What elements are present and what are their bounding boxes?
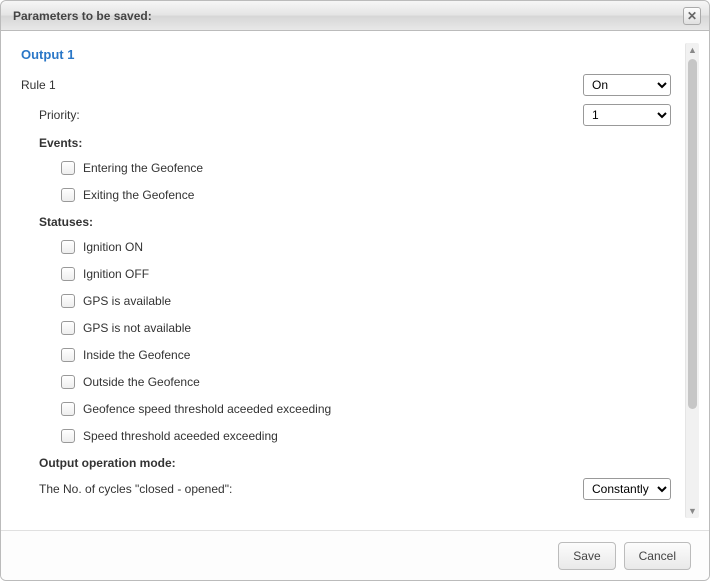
cycles-select[interactable]: Constantly <box>583 478 671 500</box>
rule-label: Rule 1 <box>21 78 583 92</box>
dialog: Parameters to be saved: ✕ Output 1 Rule … <box>0 0 710 581</box>
event-item: Exiting the Geofence <box>57 185 681 205</box>
statuses-heading: Statuses: <box>21 215 681 229</box>
status-item: Ignition OFF <box>57 264 681 284</box>
status-item-label: Ignition ON <box>83 240 143 254</box>
operation-heading: Output operation mode: <box>21 456 681 470</box>
rule-state-select[interactable]: OnOff <box>583 74 671 96</box>
cycles-label: The No. of cycles "closed - opened": <box>39 482 583 496</box>
status-item-checkbox[interactable] <box>61 240 75 254</box>
event-item-label: Entering the Geofence <box>83 161 203 175</box>
dialog-header: Parameters to be saved: ✕ <box>1 1 709 31</box>
event-item-checkbox[interactable] <box>61 161 75 175</box>
status-item: Outside the Geofence <box>57 372 681 392</box>
priority-row: Priority: 12345 <box>21 104 681 126</box>
status-item-checkbox[interactable] <box>61 429 75 443</box>
cancel-button[interactable]: Cancel <box>624 542 691 570</box>
cycles-row: The No. of cycles "closed - opened": Con… <box>21 478 681 500</box>
status-item-checkbox[interactable] <box>61 294 75 308</box>
status-item: Speed threshold aceeded exceeding <box>57 426 681 446</box>
status-item-label: GPS is available <box>83 294 171 308</box>
status-item-label: Geofence speed threshold aceeded exceedi… <box>83 402 331 416</box>
dialog-footer: Save Cancel <box>1 530 709 580</box>
status-item: Ignition ON <box>57 237 681 257</box>
status-item: Geofence speed threshold aceeded exceedi… <box>57 399 681 419</box>
priority-select[interactable]: 12345 <box>583 104 671 126</box>
close-icon: ✕ <box>687 10 697 22</box>
dialog-body: Output 1 Rule 1 OnOff Priority: 12345 Ev… <box>1 31 709 530</box>
save-button[interactable]: Save <box>558 542 615 570</box>
status-item-label: Speed threshold aceeded exceeding <box>83 429 278 443</box>
scroll-content: Output 1 Rule 1 OnOff Priority: 12345 Ev… <box>21 43 685 518</box>
close-button[interactable]: ✕ <box>683 7 701 25</box>
status-item-label: GPS is not available <box>83 321 191 335</box>
status-item-checkbox[interactable] <box>61 321 75 335</box>
events-heading: Events: <box>21 136 681 150</box>
status-item: Inside the Geofence <box>57 345 681 365</box>
rule-row: Rule 1 OnOff <box>21 74 681 96</box>
status-item-label: Ignition OFF <box>83 267 149 281</box>
scroll-down-icon[interactable]: ▼ <box>686 504 699 518</box>
events-list: Entering the Geofence Exiting the Geofenc… <box>21 158 681 205</box>
scroll-thumb[interactable] <box>688 59 697 409</box>
priority-label: Priority: <box>39 108 583 122</box>
output-title: Output 1 <box>21 47 681 62</box>
status-item-checkbox[interactable] <box>61 348 75 362</box>
status-item: GPS is available <box>57 291 681 311</box>
dialog-title: Parameters to be saved: <box>13 9 683 23</box>
status-item-label: Inside the Geofence <box>83 348 190 362</box>
vertical-scrollbar[interactable]: ▲ ▼ <box>685 43 699 518</box>
status-item: GPS is not available <box>57 318 681 338</box>
event-item-checkbox[interactable] <box>61 188 75 202</box>
status-item-label: Outside the Geofence <box>83 375 200 389</box>
status-item-checkbox[interactable] <box>61 375 75 389</box>
event-item: Entering the Geofence <box>57 158 681 178</box>
status-item-checkbox[interactable] <box>61 267 75 281</box>
statuses-list: Ignition ON Ignition OFF GPS is available G… <box>21 237 681 446</box>
event-item-label: Exiting the Geofence <box>83 188 194 202</box>
scroll-up-icon[interactable]: ▲ <box>686 43 699 57</box>
status-item-checkbox[interactable] <box>61 402 75 416</box>
